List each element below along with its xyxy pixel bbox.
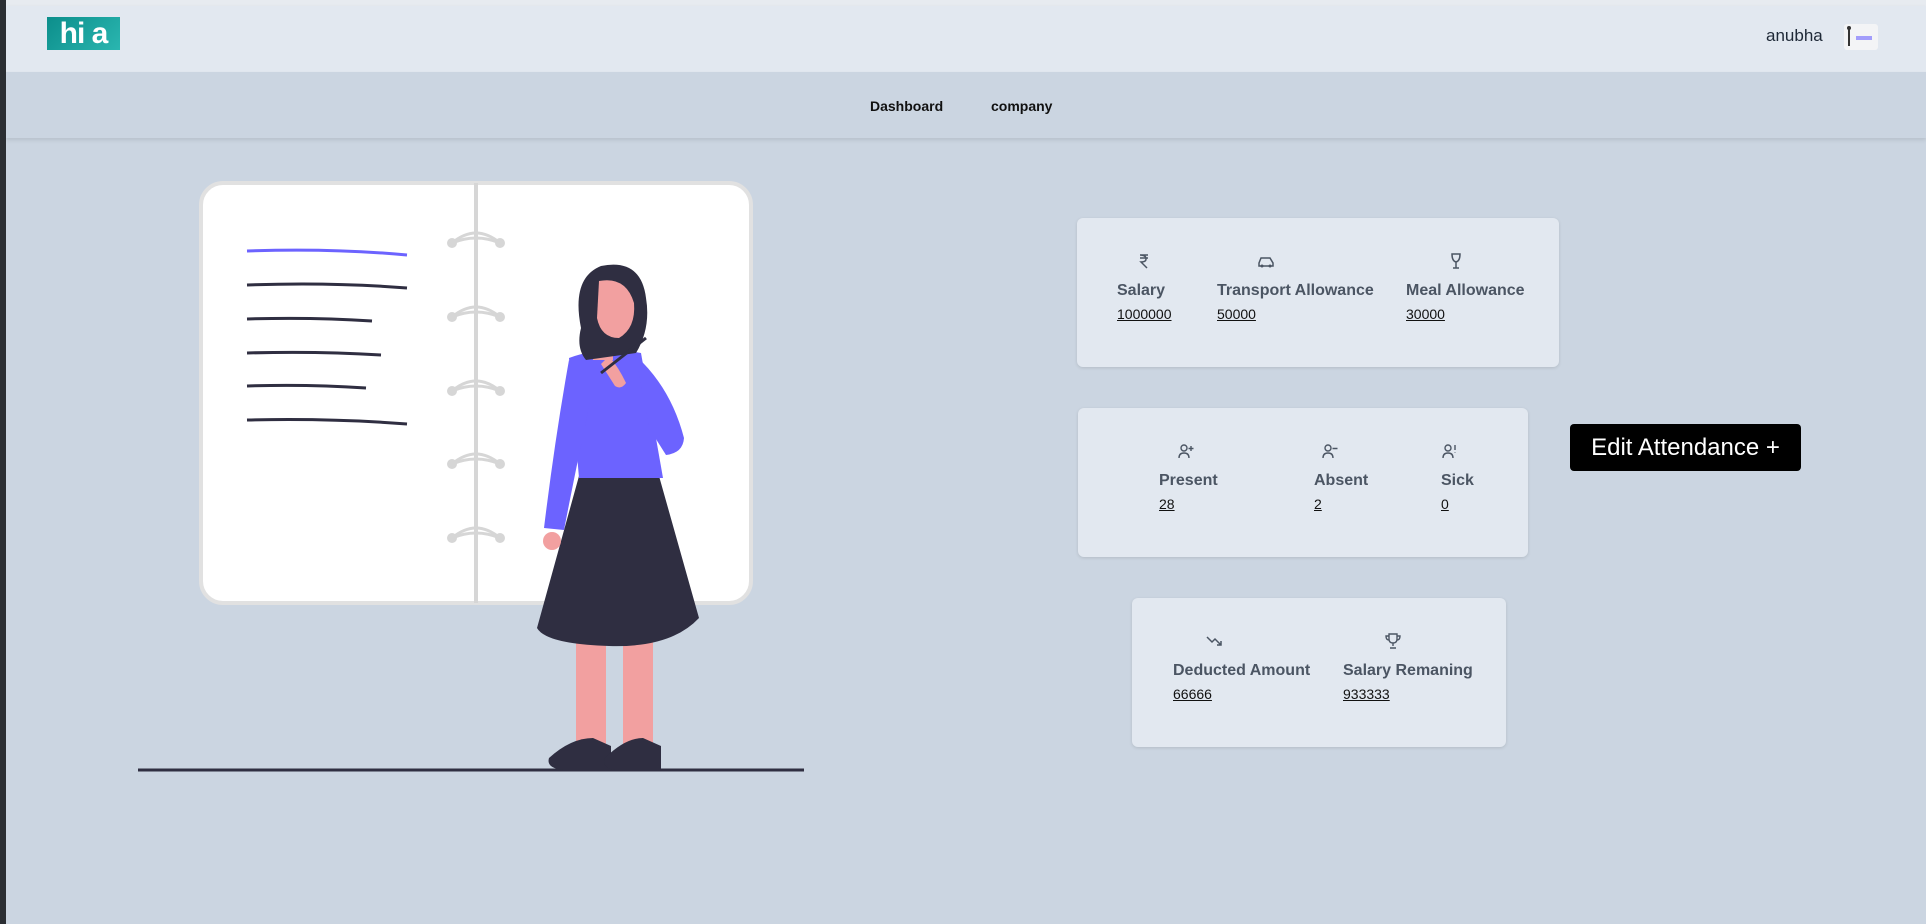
meal-value[interactable]: 30000: [1406, 306, 1525, 322]
absent-value[interactable]: 2: [1314, 496, 1368, 512]
header-bar: hi a anubha: [6, 6, 1926, 72]
rupee-icon: [1139, 254, 1148, 269]
avatar[interactable]: [1844, 24, 1878, 50]
app-page: hi a anubha Dashboard company Salary 100…: [6, 0, 1926, 924]
edit-attendance-button[interactable]: Edit Attendance +: [1570, 424, 1801, 471]
absent-stat: Absent 2: [1314, 442, 1368, 512]
deducted-label: Deducted Amount: [1173, 662, 1311, 679]
trending-down-icon: [1206, 636, 1222, 646]
salary-value[interactable]: 1000000: [1117, 306, 1172, 322]
present-stat: Present 28: [1159, 442, 1218, 512]
remaining-label: Salary Remaning: [1343, 662, 1473, 679]
car-icon: [1258, 257, 1274, 268]
nav-dashboard[interactable]: Dashboard: [870, 98, 943, 114]
transport-label: Transport Allowance: [1217, 282, 1374, 299]
transport-stat: Transport Allowance 50000: [1217, 252, 1374, 322]
avatar-image-icon: [1847, 26, 1872, 46]
present-value[interactable]: 28: [1159, 496, 1218, 512]
trophy-icon: [1385, 633, 1401, 649]
sick-stat: Sick 0: [1441, 442, 1474, 512]
meal-label: Meal Allowance: [1406, 282, 1525, 299]
sick-value[interactable]: 0: [1441, 496, 1474, 512]
remaining-value[interactable]: 933333: [1343, 686, 1473, 702]
attendance-card: Present 28 Absent 2 Sick 0: [1078, 408, 1528, 557]
transport-value[interactable]: 50000: [1217, 306, 1374, 322]
user-minus-icon: [1322, 444, 1338, 459]
deducted-stat: Deducted Amount 66666: [1173, 632, 1310, 702]
salary-card: Salary 1000000 Transport Allowance 50000…: [1077, 218, 1559, 367]
nav-bar: Dashboard company: [6, 72, 1926, 138]
absent-label: Absent: [1314, 472, 1369, 489]
glass-icon: [1451, 253, 1461, 269]
meal-stat: Meal Allowance 30000: [1406, 252, 1525, 322]
salary-stat: Salary 1000000: [1117, 252, 1172, 322]
salary-label: Salary: [1117, 282, 1166, 299]
user-alert-icon: [1442, 444, 1456, 459]
deduction-card: Deducted Amount 66666 Salary Remaning 93…: [1132, 598, 1506, 747]
remaining-stat: Salary Remaning 933333: [1343, 632, 1473, 702]
user-plus-icon: [1178, 444, 1194, 459]
logo[interactable]: hi a: [47, 17, 120, 50]
present-label: Present: [1159, 472, 1218, 489]
nav-company[interactable]: company: [991, 98, 1052, 114]
notebook-illustration: [138, 181, 804, 772]
deducted-value[interactable]: 66666: [1173, 686, 1310, 702]
sick-label: Sick: [1441, 472, 1474, 489]
username-label[interactable]: anubha: [1766, 26, 1823, 46]
